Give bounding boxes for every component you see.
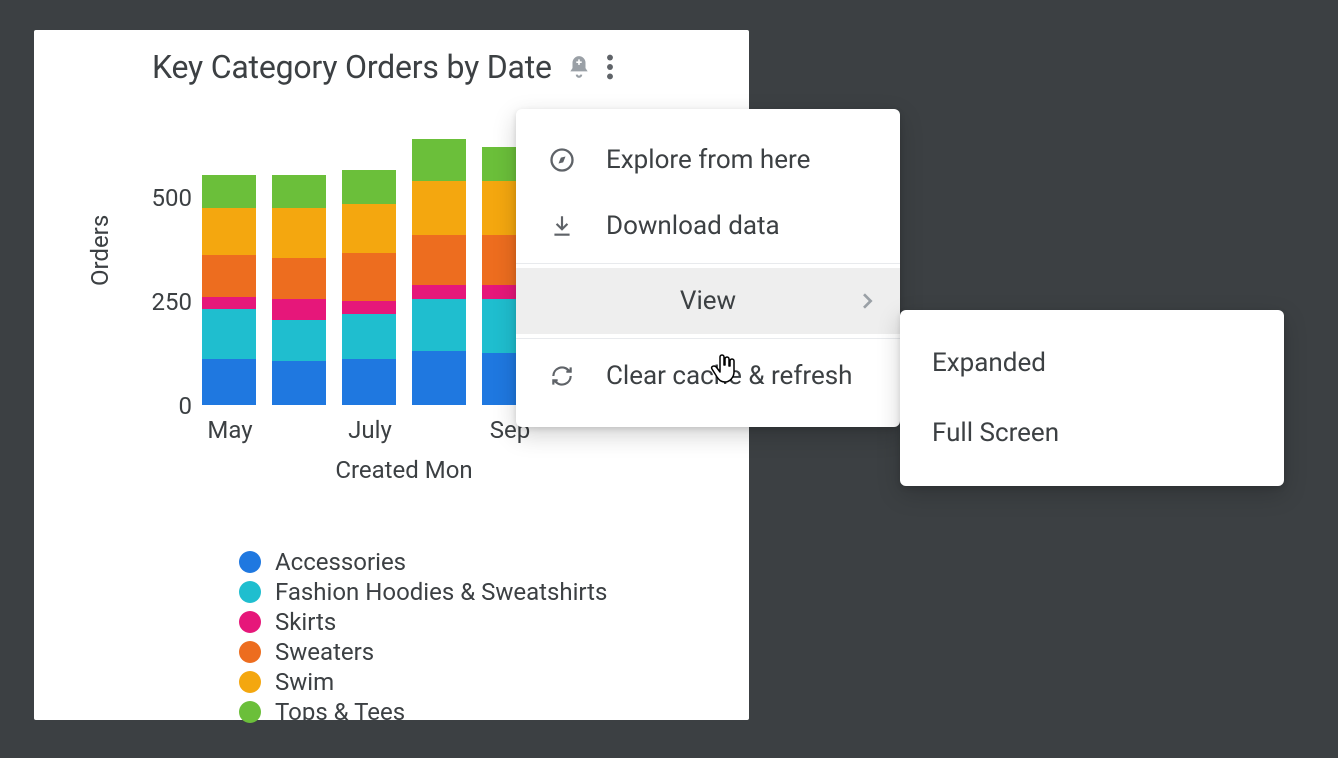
submenu-item-expanded[interactable]: Expanded bbox=[900, 328, 1284, 398]
legend-item[interactable]: Swim bbox=[239, 668, 607, 696]
legend-label: Sweaters bbox=[275, 638, 374, 666]
bar-segment bbox=[202, 359, 256, 405]
bar-segment bbox=[202, 297, 256, 309]
legend-item[interactable]: Tops & Tees bbox=[239, 698, 607, 726]
bar-segment bbox=[412, 235, 466, 285]
bar-segment bbox=[342, 170, 396, 203]
bar-segment bbox=[412, 351, 466, 405]
view-submenu: Expanded Full Screen bbox=[900, 310, 1284, 486]
bar-segment bbox=[202, 175, 256, 208]
tile-context-menu: Explore from here Download data View Cle… bbox=[516, 109, 900, 427]
legend-swatch bbox=[239, 581, 261, 603]
bar-segment bbox=[272, 361, 326, 405]
menu-item-explore[interactable]: Explore from here bbox=[516, 127, 900, 193]
y-tick: 250 bbox=[152, 288, 192, 316]
panel-title: Key Category Orders by Date bbox=[152, 48, 552, 86]
y-axis-label: Orders bbox=[86, 215, 114, 286]
bar-jun[interactable] bbox=[272, 175, 326, 406]
bar-segment bbox=[272, 208, 326, 258]
x-tick: July bbox=[348, 416, 392, 444]
legend-item[interactable]: Skirts bbox=[239, 608, 607, 636]
menu-item-label: Download data bbox=[606, 211, 780, 241]
legend-label: Accessories bbox=[275, 548, 406, 576]
legend-swatch bbox=[239, 611, 261, 633]
x-tick: May bbox=[207, 416, 252, 444]
bar-segment bbox=[202, 255, 256, 297]
menu-item-label: View bbox=[680, 286, 736, 316]
compass-icon bbox=[548, 146, 576, 174]
bar-segment bbox=[272, 175, 326, 208]
bar-segment bbox=[342, 253, 396, 301]
y-tick: 0 bbox=[179, 392, 193, 420]
x-axis-label: Created Mon bbox=[335, 456, 472, 484]
bar-aug[interactable] bbox=[412, 139, 466, 405]
legend-swatch bbox=[239, 701, 261, 723]
menu-divider bbox=[516, 338, 900, 339]
legend-label: Fashion Hoodies & Sweatshirts bbox=[275, 578, 607, 606]
bar-segment bbox=[202, 208, 256, 256]
legend-item[interactable]: Accessories bbox=[239, 548, 607, 576]
bar-segment bbox=[272, 258, 326, 300]
menu-item-download[interactable]: Download data bbox=[516, 193, 900, 259]
download-icon bbox=[548, 213, 576, 239]
bar-segment bbox=[342, 314, 396, 360]
bar-segment bbox=[342, 204, 396, 254]
legend-label: Tops & Tees bbox=[275, 698, 405, 726]
bell-plus-icon[interactable] bbox=[566, 54, 592, 80]
menu-divider bbox=[516, 263, 900, 264]
legend-item[interactable]: Sweaters bbox=[239, 638, 607, 666]
bar-jul[interactable] bbox=[342, 170, 396, 405]
legend-label: Swim bbox=[275, 668, 334, 696]
bar-segment bbox=[272, 299, 326, 320]
menu-item-label: Explore from here bbox=[606, 145, 810, 175]
bar-segment bbox=[202, 309, 256, 359]
bar-segment bbox=[412, 299, 466, 351]
chevron-right-icon bbox=[862, 286, 874, 316]
more-vert-icon[interactable] bbox=[606, 54, 614, 80]
legend: AccessoriesFashion Hoodies & Sweatshirts… bbox=[239, 548, 607, 728]
menu-item-view[interactable]: View bbox=[516, 268, 900, 334]
bar-may[interactable] bbox=[202, 175, 256, 406]
submenu-item-fullscreen[interactable]: Full Screen bbox=[900, 398, 1284, 468]
legend-swatch bbox=[239, 671, 261, 693]
bar-segment bbox=[412, 139, 466, 181]
legend-swatch bbox=[239, 551, 261, 573]
y-tick: 500 bbox=[152, 184, 192, 212]
legend-swatch bbox=[239, 641, 261, 663]
refresh-icon bbox=[548, 363, 576, 389]
submenu-item-label: Full Screen bbox=[932, 418, 1059, 448]
bar-segment bbox=[272, 320, 326, 362]
bar-segment bbox=[412, 285, 466, 300]
bar-segment bbox=[342, 359, 396, 405]
submenu-item-label: Expanded bbox=[932, 348, 1046, 378]
panel-header: Key Category Orders by Date bbox=[34, 48, 749, 86]
legend-item[interactable]: Fashion Hoodies & Sweatshirts bbox=[239, 578, 607, 606]
bar-segment bbox=[412, 181, 466, 235]
legend-label: Skirts bbox=[275, 608, 336, 636]
menu-item-label: Clear cache & refresh bbox=[606, 361, 852, 391]
bar-segment bbox=[342, 301, 396, 313]
menu-item-clear-cache[interactable]: Clear cache & refresh bbox=[516, 343, 900, 409]
